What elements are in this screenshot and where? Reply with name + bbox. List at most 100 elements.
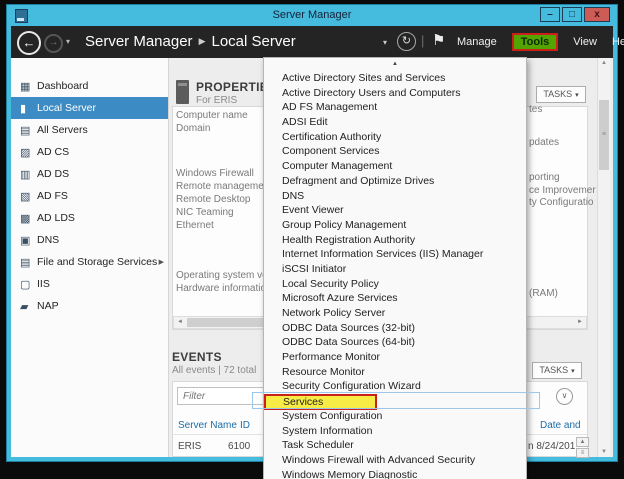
menu-item[interactable]: Performance Monitor <box>264 350 526 365</box>
menu-item[interactable]: Windows Firewall with Advanced Security <box>264 453 526 468</box>
maximize-button[interactable]: □ <box>562 7 582 22</box>
filter-expander-icon[interactable]: ∨ <box>556 388 573 405</box>
refresh-icon[interactable]: ↻ <box>397 32 416 51</box>
column-header-id[interactable]: ID <box>240 420 250 431</box>
menu-button[interactable]: Help <box>612 36 624 48</box>
column-header-date[interactable]: Date and <box>540 420 581 431</box>
property-label: NIC Teaming <box>176 207 234 218</box>
scroll-up-icon[interactable]: ▲ <box>601 60 607 66</box>
menu-item[interactable]: Health Registration Authority <box>264 233 526 248</box>
property-value-fragment: pdates <box>529 137 559 148</box>
menu-item[interactable]: Event Viewer <box>264 203 526 218</box>
sidebar-item[interactable]: ▦ Dashboard <box>11 75 168 97</box>
menu-button[interactable]: View <box>573 36 597 48</box>
menu-item-label: Active Directory Users and Computers <box>282 87 461 99</box>
expand-arrow-icon[interactable]: ▶ <box>159 258 164 266</box>
menu-item[interactable]: Task Scheduler <box>264 438 526 453</box>
events-scrollbar-thumb[interactable]: ≡ <box>576 448 589 458</box>
sidebar-item-label: AD CS <box>37 146 69 158</box>
menu-item[interactable]: Windows Memory Diagnostic <box>264 468 526 479</box>
event-cell-id: 6100 <box>228 441 250 452</box>
column-header-server-name[interactable]: Server Name <box>178 420 237 431</box>
menu-item-label: Health Registration Authority <box>282 234 415 246</box>
sidebar-item[interactable]: ▮ Local Server <box>11 97 168 119</box>
sidebar-item-icon: ▣ <box>20 234 37 247</box>
menu-item[interactable]: System Configuration <box>264 409 526 424</box>
menu-item[interactable]: ADSI Edit <box>264 115 526 130</box>
sidebar-item-icon: ▢ <box>20 278 37 291</box>
property-value-fragment: porting <box>529 172 560 183</box>
window-title: Server Manager <box>6 9 618 21</box>
menu-button[interactable]: Manage <box>457 36 497 48</box>
menu-item[interactable]: DNS <box>264 189 526 204</box>
menu-item-label: Certification Authority <box>282 131 381 143</box>
notifications-flag-icon[interactable]: ⚑ <box>432 31 445 49</box>
back-icon[interactable]: ← <box>17 31 41 55</box>
sidebar-item[interactable]: ▤ File and Storage Services ▶ <box>11 251 168 273</box>
menu-item[interactable]: Services <box>264 394 526 409</box>
menu-item-label: Microsoft Azure Services <box>282 292 398 304</box>
events-scroll-up-icon[interactable]: ▲ <box>576 437 589 447</box>
sidebar-item-label: Dashboard <box>37 80 88 92</box>
scroll-right-icon[interactable]: ► <box>577 318 583 327</box>
sidebar-item-label: AD LDS <box>37 212 75 224</box>
history-caret-icon[interactable]: ▾ <box>66 37 70 46</box>
breadcrumb-current[interactable]: Local Server <box>211 33 295 50</box>
menu-item-label: ODBC Data Sources (32-bit) <box>282 322 415 334</box>
menu-item-label: Network Policy Server <box>282 307 385 319</box>
scope-caret-icon[interactable]: ▾ <box>383 38 387 47</box>
properties-subtitle: For ERIS <box>196 95 237 106</box>
forward-icon[interactable]: → <box>44 34 63 53</box>
scroll-left-icon[interactable]: ◄ <box>177 318 183 327</box>
sidebar-item-label: AD FS <box>37 190 68 202</box>
sidebar-item-label: DNS <box>37 234 59 246</box>
menu-item[interactable]: Security Configuration Wizard <box>264 379 526 394</box>
breadcrumb-root[interactable]: Server Manager <box>85 33 193 50</box>
menu-item[interactable]: ODBC Data Sources (32-bit) <box>264 321 526 336</box>
menu-item[interactable]: Certification Authority <box>264 130 526 145</box>
sidebar-item[interactable]: ▧ AD FS <box>11 185 168 207</box>
menu-item-label: Defragment and Optimize Drives <box>282 175 434 187</box>
menu-item[interactable]: System Information <box>264 424 526 439</box>
property-label: Remote management <box>176 181 272 192</box>
sidebar-item[interactable]: ▢ IIS <box>11 273 168 295</box>
menu-item[interactable]: Internet Information Services (IIS) Mana… <box>264 247 526 262</box>
menu-item[interactable]: AD FS Management <box>264 100 526 115</box>
menu-item[interactable]: Group Policy Management <box>264 218 526 233</box>
sidebar-item[interactable]: ▰ NAP <box>11 295 168 317</box>
menu-button[interactable]: Tools <box>512 33 559 51</box>
tasks-label: TASKS <box>543 89 572 99</box>
menu-item[interactable]: Computer Management <box>264 159 526 174</box>
menu-item[interactable]: Microsoft Azure Services <box>264 291 526 306</box>
sidebar-item-icon: ▮ <box>20 102 37 115</box>
sidebar-item[interactable]: ▩ AD LDS <box>11 207 168 229</box>
events-tasks-button[interactable]: TASKS▾ <box>532 362 582 379</box>
menu-item[interactable]: Active Directory Users and Computers <box>264 86 526 101</box>
sidebar-item[interactable]: ▥ AD DS <box>11 163 168 185</box>
menu-item[interactable]: Network Policy Server <box>264 306 526 321</box>
sidebar-item[interactable]: ▤ All Servers <box>11 119 168 141</box>
properties-tasks-button[interactable]: TASKS▾ <box>536 86 586 103</box>
scrollbar-thumb[interactable]: ≡ <box>599 100 609 170</box>
sidebar-item[interactable]: ▣ DNS <box>11 229 168 251</box>
menu-item[interactable]: Resource Monitor <box>264 365 526 380</box>
menu-item[interactable]: Component Services <box>264 144 526 159</box>
property-value-fragment: ty Configuratio <box>529 197 593 208</box>
menu-item[interactable]: iSCSI Initiator <box>264 262 526 277</box>
menu-item[interactable]: ODBC Data Sources (64-bit) <box>264 335 526 350</box>
menu-item-label: Resource Monitor <box>282 366 365 378</box>
menu-item-label: Security Configuration Wizard <box>282 380 421 392</box>
sidebar-item[interactable]: ▨ AD CS <box>11 141 168 163</box>
menu-item-label: Windows Firewall with Advanced Security <box>282 454 475 466</box>
close-button[interactable]: x <box>584 7 610 22</box>
menu-item[interactable]: Defragment and Optimize Drives <box>264 174 526 189</box>
menu-item[interactable]: Local Security Policy <box>264 277 526 292</box>
vertical-scrollbar[interactable]: ▲ ≡ ▼ <box>597 58 610 457</box>
menu-item-label: System Information <box>282 425 372 437</box>
menu-item[interactable]: Active Directory Sites and Services <box>264 71 526 86</box>
minimize-button[interactable]: – <box>540 7 560 22</box>
scroll-down-icon[interactable]: ▼ <box>601 449 607 455</box>
menu-item-label: Active Directory Sites and Services <box>282 72 445 84</box>
menu-scroll-up-icon[interactable]: ▲ <box>264 58 526 71</box>
menu-item-label: Local Security Policy <box>282 278 379 290</box>
